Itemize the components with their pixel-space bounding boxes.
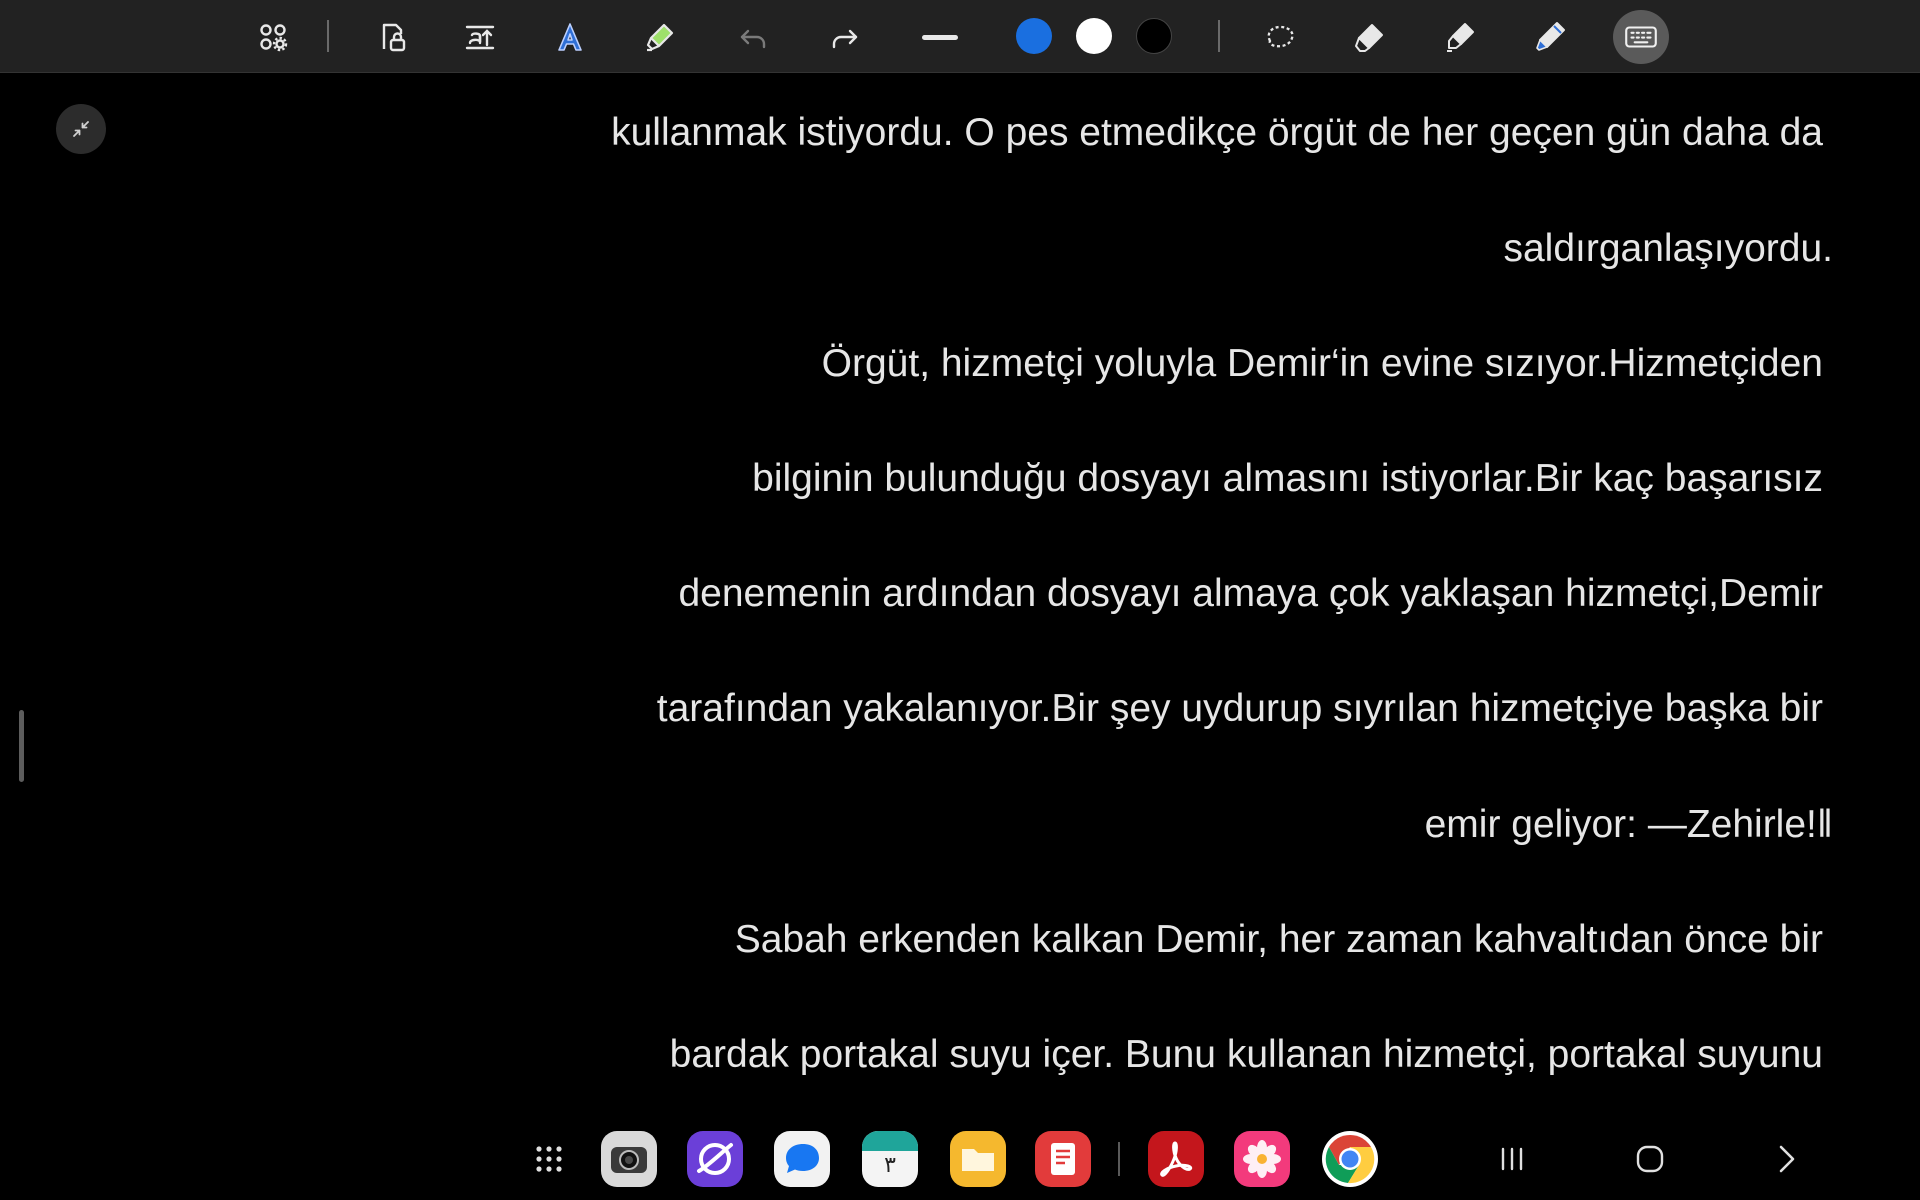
files-app-icon[interactable] bbox=[950, 1131, 1006, 1187]
highlighter-icon[interactable] bbox=[637, 14, 683, 60]
undo-icon[interactable] bbox=[730, 14, 776, 60]
apps-settings-icon[interactable] bbox=[250, 14, 296, 60]
calendar-date-label: ۳ bbox=[884, 1153, 896, 1178]
back-forward-icon[interactable] bbox=[1760, 1134, 1812, 1184]
marker-icon[interactable] bbox=[1437, 14, 1483, 60]
redo-icon[interactable] bbox=[822, 14, 868, 60]
chrome-app-icon[interactable] bbox=[1322, 1131, 1378, 1187]
app-drawer-icon[interactable] bbox=[521, 1131, 577, 1187]
internet-app-icon[interactable] bbox=[687, 1131, 743, 1187]
pen-toolbar bbox=[0, 0, 1920, 73]
text-line: kullanmak istiyordu. O pes etmedikçe örg… bbox=[611, 111, 1823, 154]
lock-document-icon[interactable] bbox=[369, 14, 415, 60]
text-line: denemenin ardından dosyayı almaya çok ya… bbox=[678, 572, 1823, 615]
color-swatch-black[interactable] bbox=[1136, 18, 1172, 54]
text-line: tarafından yakalanıyor.Bir şey uydurup s… bbox=[656, 687, 1823, 730]
stroke-width-icon[interactable] bbox=[917, 14, 963, 60]
acrobat-app-icon[interactable] bbox=[1148, 1131, 1204, 1187]
text-style-icon[interactable] bbox=[547, 14, 593, 60]
collapse-icon bbox=[73, 121, 89, 137]
scroll-handle[interactable] bbox=[19, 710, 24, 782]
collapse-button[interactable] bbox=[56, 104, 106, 154]
calendar-app-icon[interactable]: ۳ bbox=[862, 1131, 918, 1187]
toolbar-divider bbox=[1218, 20, 1220, 52]
text-line: bardak portakal suyu içer. Bunu kullanan… bbox=[669, 1033, 1823, 1076]
text-size-icon[interactable] bbox=[457, 14, 503, 60]
notes-app-icon[interactable] bbox=[1035, 1131, 1091, 1187]
text-line: saldırganlaşıyordu. bbox=[1503, 227, 1833, 270]
eraser-icon[interactable] bbox=[1347, 14, 1393, 60]
color-swatch-white[interactable] bbox=[1076, 18, 1112, 54]
gallery-app-icon[interactable] bbox=[1234, 1131, 1290, 1187]
messages-app-icon[interactable] bbox=[774, 1131, 830, 1187]
text-line: Örgüt, hizmetçi yoluyla Demir‘in evine s… bbox=[821, 342, 1823, 385]
text-line: bilginin bulunduğu dosyayı almasını isti… bbox=[752, 457, 1823, 500]
toolbar-divider bbox=[327, 20, 329, 52]
lasso-select-icon[interactable] bbox=[1257, 14, 1303, 60]
color-swatch-blue[interactable] bbox=[1016, 18, 1052, 54]
recents-icon[interactable] bbox=[1486, 1134, 1538, 1184]
dock-divider bbox=[1118, 1142, 1120, 1176]
keyboard-icon[interactable] bbox=[1613, 10, 1669, 64]
home-icon[interactable] bbox=[1624, 1134, 1676, 1184]
text-line: Sabah erkenden kalkan Demir, her zaman k… bbox=[734, 918, 1823, 961]
text-line: emir geliyor: ―Zehirle!‖ bbox=[1424, 803, 1833, 846]
pen-icon[interactable] bbox=[1527, 14, 1573, 60]
camera-app-icon[interactable] bbox=[601, 1131, 657, 1187]
